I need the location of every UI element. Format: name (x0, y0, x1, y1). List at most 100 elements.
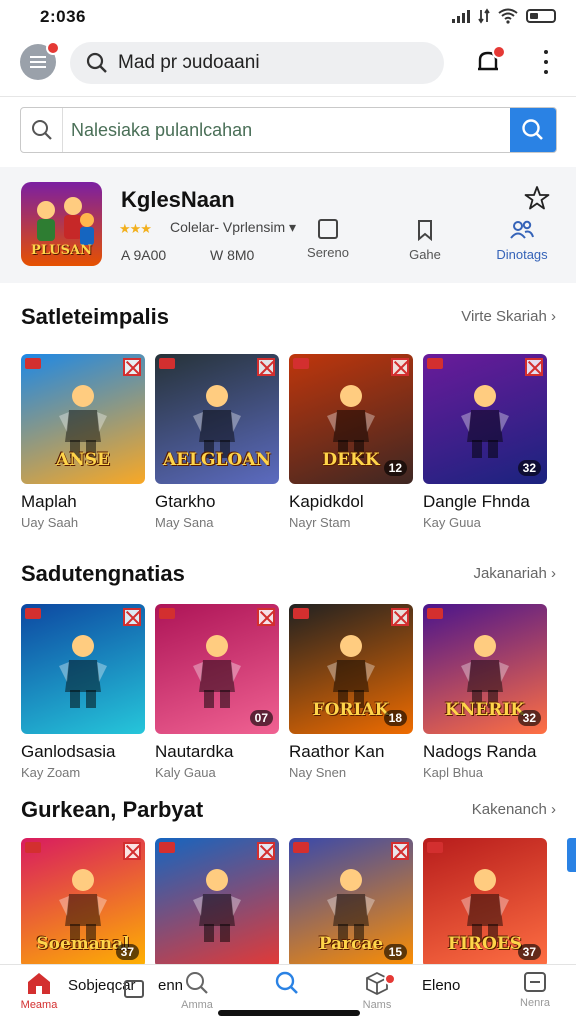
more-options-button[interactable] (538, 50, 554, 74)
search-field[interactable] (20, 107, 557, 153)
action-sereno[interactable]: Sereno (293, 219, 363, 260)
game-card[interactable]: ANSE Maplah Uay Saah (21, 354, 147, 530)
game-card[interactable]: FORIAK 18 Raathor Kan Nay Snen (289, 604, 415, 780)
home-indicator[interactable] (218, 1010, 360, 1016)
section-header: Satleteimpalis Virte Skariah › (21, 304, 556, 334)
nav-label: Nams (362, 999, 392, 1011)
game-logo-text: AELGLOAN (162, 450, 272, 470)
featured-genre[interactable]: Colelar- Vprlensim ▾ (170, 219, 296, 236)
game-artwork[interactable]: 07 (155, 604, 279, 734)
game-artwork[interactable] (21, 604, 145, 734)
notifications-button[interactable] (474, 45, 506, 76)
close-badge-icon (391, 842, 409, 860)
close-badge-icon (257, 608, 275, 626)
game-artwork[interactable]: FORIAK 18 (289, 604, 413, 734)
nav-label: Nenra (520, 997, 550, 1009)
game-card[interactable] (155, 838, 281, 976)
top-search-bar[interactable]: Mad pr ɔudoaani (70, 42, 444, 84)
close-badge-icon (525, 358, 543, 376)
nav-more[interactable]: Nenra (490, 971, 576, 1009)
game-card[interactable]: DEKK 12 Kapidkdol Nayr Stam (289, 354, 415, 530)
game-title: Gtarkho (155, 492, 216, 511)
game-artwork[interactable]: Soemanal 37 (21, 838, 145, 968)
game-card[interactable]: AELGLOAN Gtarkho May Sana (155, 354, 281, 530)
publisher-tag-icon (293, 608, 309, 619)
game-artwork[interactable]: ANSE (21, 354, 145, 484)
featured-app-thumbnail[interactable]: PLUSAN (21, 182, 102, 266)
divider (0, 96, 576, 97)
home-icon (28, 973, 50, 994)
section-header: Sadutengnatias Jakanariah › (21, 561, 556, 591)
game-artwork[interactable]: FIROES 37 (423, 838, 547, 968)
age-rating-badge: 37 (517, 944, 541, 960)
close-badge-icon (257, 358, 275, 376)
side-drawer-handle[interactable] (567, 838, 576, 872)
publisher-tag-icon (25, 842, 41, 853)
wifi-icon (498, 8, 518, 24)
game-card[interactable]: 32 Dangle Fhnda Kay Guua (423, 354, 549, 530)
window-icon (524, 972, 546, 992)
game-artwork[interactable]: AELGLOAN (155, 354, 279, 484)
game-row: Ganlodsasia Kay Zoam 07 Nautardka Kaly Gaua F… (21, 604, 556, 784)
favorite-button[interactable] (524, 185, 552, 213)
section-title: Sadutengnatias (21, 561, 185, 586)
game-subtitle: May Sana (155, 515, 214, 530)
game-artwork[interactable]: 32 (423, 354, 547, 484)
data-icon (478, 8, 490, 24)
see-all-link[interactable]: Virte Skariah › (461, 308, 556, 325)
game-subtitle: Nay Snen (289, 765, 347, 780)
character-illustration (59, 635, 107, 708)
close-badge-icon (391, 608, 409, 626)
battery-icon (526, 9, 556, 23)
nav-games[interactable]: Nams (332, 971, 422, 1011)
game-card[interactable]: Parcae 15 (289, 838, 415, 976)
bookmark-icon (418, 220, 432, 241)
game-card[interactable]: FIROES 37 (423, 838, 549, 976)
menu-button[interactable] (20, 41, 60, 80)
notification-dot (46, 41, 60, 55)
search-icon (186, 972, 208, 994)
game-artwork[interactable]: DEKK 12 (289, 354, 413, 484)
publisher-tag-icon (293, 358, 309, 369)
close-badge-icon (123, 358, 141, 376)
character-illustration (59, 869, 107, 942)
search-input[interactable] (63, 108, 510, 152)
search-submit-button[interactable] (510, 108, 556, 152)
group-icon (510, 220, 534, 239)
character-illustration (461, 635, 509, 708)
game-artwork[interactable]: Parcae 15 (289, 838, 413, 968)
nav-overlay-text: enn (158, 977, 184, 994)
publisher-tag-icon (427, 358, 443, 369)
status-icons (452, 8, 556, 24)
action-label: Sereno (307, 245, 349, 260)
section-title: Gurkean, Parbyat (21, 797, 204, 822)
character-illustration (461, 385, 509, 458)
age-rating-badge: 18 (383, 710, 407, 726)
game-card[interactable]: Soemanal 37 (21, 838, 147, 976)
game-card[interactable]: 07 Nautardka Kaly Gaua (155, 604, 281, 780)
action-label: Gahe (409, 247, 441, 262)
publisher-tag-icon (159, 842, 175, 853)
publisher-tag-icon (25, 358, 41, 369)
search-icon (275, 971, 298, 994)
game-subtitle: Kaly Gaua (155, 765, 216, 780)
close-badge-icon (123, 608, 141, 626)
notification-dot (492, 45, 506, 59)
game-card[interactable]: Ganlodsasia Kay Zoam (21, 604, 147, 780)
game-logo-text: ANSE (56, 450, 110, 470)
character-illustration (193, 635, 241, 708)
nav-discover[interactable] (242, 971, 332, 999)
action-gahe[interactable]: Gahe (390, 219, 460, 262)
featured-thumb-logo: PLUSAN (31, 243, 92, 258)
game-artwork[interactable]: KNERIK 32 (423, 604, 547, 734)
game-row: ANSE Maplah Uay Saah AELGLOAN Gtarkho May San… (21, 354, 556, 534)
featured-app-card[interactable]: PLUSAN KglesNaan ★★★ Colelar- Vprlensim … (0, 167, 576, 283)
action-dinotags[interactable]: Dinotags (487, 219, 557, 262)
game-card[interactable]: KNERIK 32 Nadogs Randa Kapl Bhua (423, 604, 549, 780)
game-artwork[interactable] (155, 838, 279, 968)
see-all-link[interactable]: Kakenanch › (472, 801, 556, 818)
see-all-link[interactable]: Jakanariah › (473, 565, 556, 582)
age-rating-badge: 15 (383, 944, 407, 960)
action-label: Dinotags (496, 247, 548, 262)
nav-label: Amma (181, 999, 213, 1011)
